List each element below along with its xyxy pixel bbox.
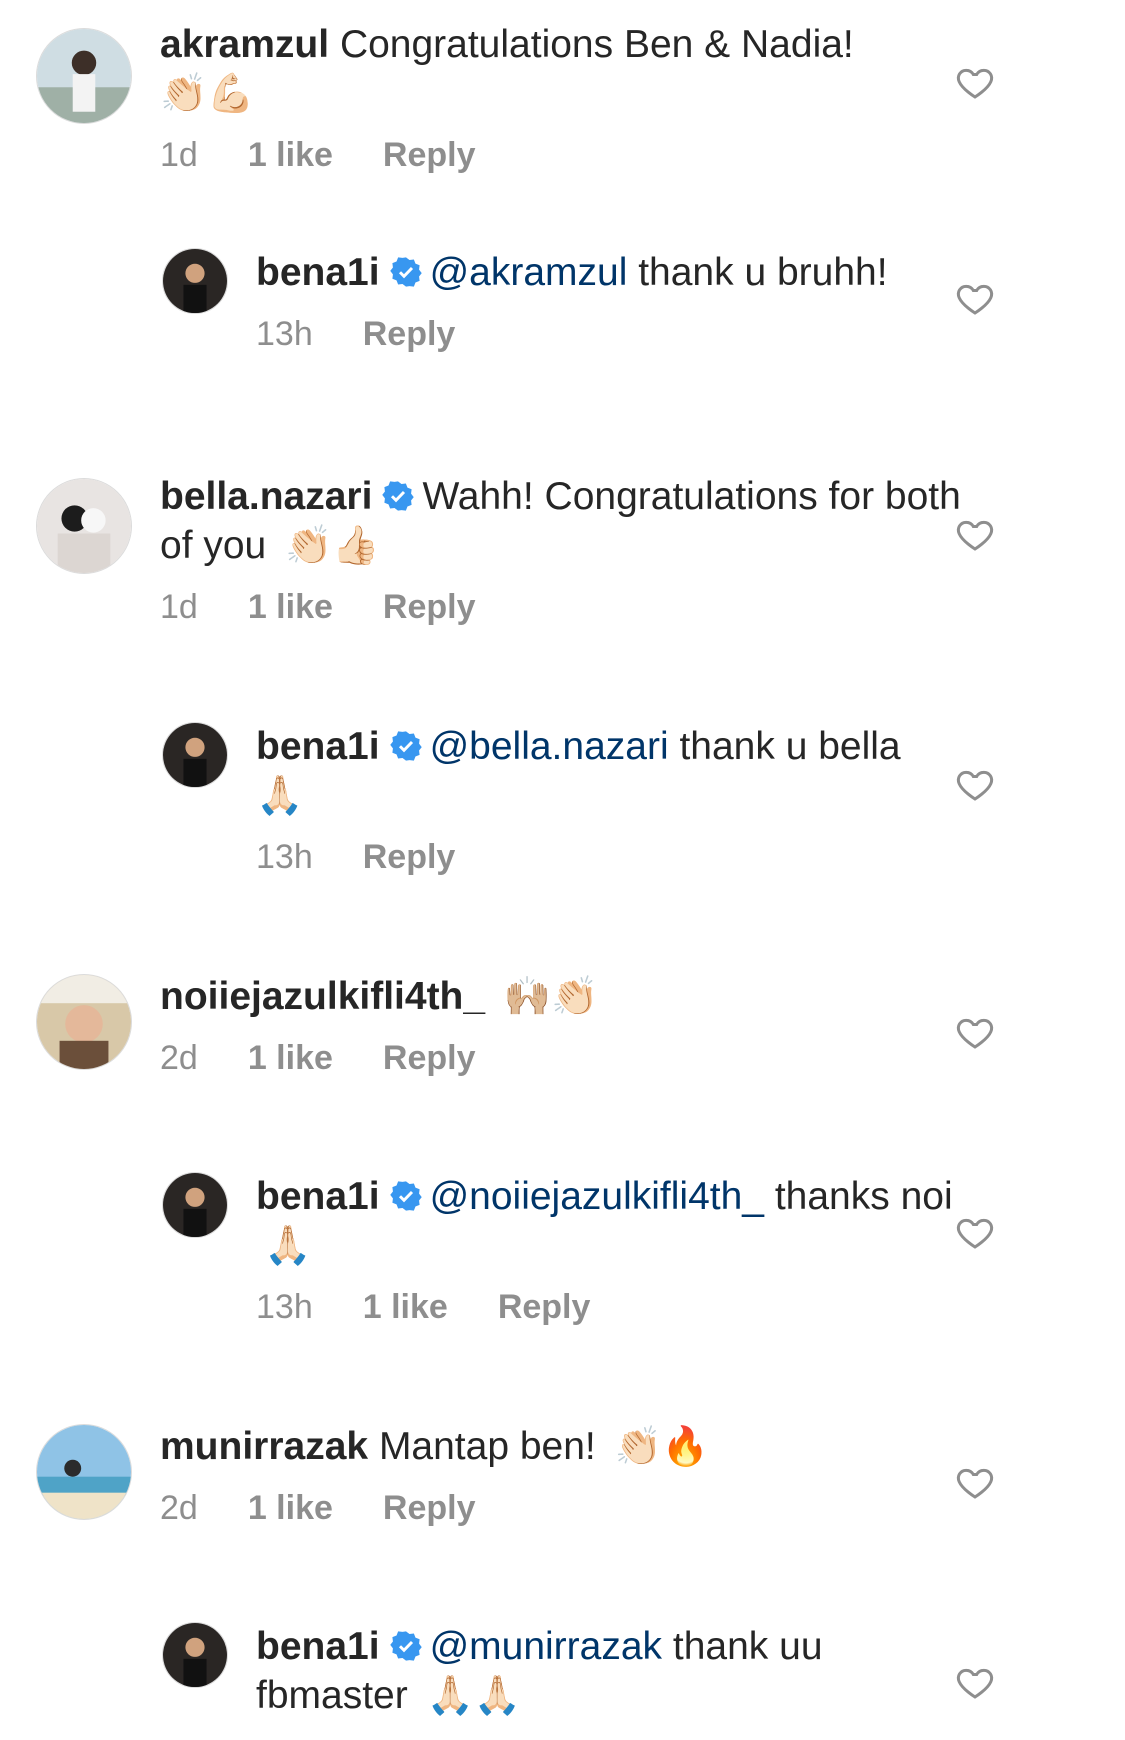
username[interactable]: akramzul	[160, 23, 329, 66]
timestamp: 2d	[160, 1489, 198, 1527]
timestamp: 13h	[256, 1288, 313, 1326]
comment-text: munirrazak Mantap ben! 👏🏻🔥	[160, 1422, 980, 1471]
comment-text: akramzul Congratulations Ben & Nadia! 👏🏻…	[160, 20, 980, 118]
comment-text: noiiejazulkifli4th_ 🙌🏼👏🏻	[160, 972, 980, 1021]
emoji: 🙏🏻🙏🏻	[426, 1673, 522, 1717]
likes-count[interactable]: 1 like	[248, 1039, 333, 1078]
verified-badge-icon	[389, 256, 422, 288]
reply-button[interactable]: Reply	[383, 1489, 476, 1528]
emoji: 👏🏻👍🏻	[285, 523, 380, 567]
timestamp: 2d	[160, 1039, 198, 1077]
emoji: 🙏🏻	[256, 773, 304, 817]
comment-meta: 1d 1 like Reply	[160, 588, 980, 627]
comment-body: bena1i @bella.nazari thank u bella 🙏🏻 13h…	[256, 722, 976, 877]
heart-icon[interactable]	[955, 1462, 995, 1502]
comment-meta: 1d 1 like Reply	[160, 136, 980, 175]
comment-body: munirrazak Mantap ben! 👏🏻🔥 2d 1 like Rep…	[160, 1422, 980, 1528]
heart-icon[interactable]	[955, 514, 995, 554]
comment-body: bena1i @noiiejazulkifli4th_ thanks noi 🙏🏻…	[256, 1172, 976, 1327]
timestamp: 1d	[160, 136, 198, 174]
comment-meta: 13h Reply	[256, 838, 976, 877]
comment-message: Congratulations Ben & Nadia!	[339, 23, 854, 66]
timestamp: 13h	[256, 315, 313, 353]
comment-body: bena1i @munirrazak thank uu fbmaster 🙏🏻🙏🏻	[256, 1622, 976, 1720]
comment-meta: 13h Reply	[256, 315, 976, 354]
mention-link[interactable]: @akramzul	[430, 251, 628, 294]
heart-icon[interactable]	[955, 1012, 995, 1052]
likes-count[interactable]: 1 like	[248, 588, 333, 627]
mention-link[interactable]: @noiiejazulkifli4th_	[430, 1175, 764, 1218]
emoji: 👏🏻💪🏻	[160, 71, 255, 115]
verified-badge-icon	[382, 480, 415, 512]
likes-count[interactable]: 1 like	[248, 136, 333, 175]
emoji: 🙏🏻	[264, 1223, 312, 1267]
comment-text: bena1i @munirrazak thank uu fbmaster 🙏🏻🙏🏻	[256, 1622, 976, 1720]
comments-list: akramzul Congratulations Ben & Nadia! 👏🏻…	[0, 0, 1125, 1740]
comment-message: thank u bruhh!	[638, 251, 888, 294]
timestamp: 1d	[160, 588, 198, 626]
heart-icon[interactable]	[955, 1662, 995, 1702]
avatar[interactable]	[162, 722, 228, 788]
username[interactable]: bella.nazari	[160, 475, 372, 518]
comment-message: thank u bella	[679, 725, 901, 768]
comment-body: bena1i @akramzul thank u bruhh! 13h Reply	[256, 248, 976, 354]
avatar[interactable]	[162, 1172, 228, 1238]
reply-button[interactable]: Reply	[498, 1288, 591, 1327]
likes-count[interactable]: 1 like	[248, 1489, 333, 1528]
heart-icon[interactable]	[955, 764, 995, 804]
verified-badge-icon	[389, 1630, 422, 1662]
verified-badge-icon	[389, 730, 422, 762]
comment-message: thanks noi	[774, 1175, 953, 1218]
username[interactable]: bena1i	[256, 725, 380, 768]
comment-meta: 2d 1 like Reply	[160, 1489, 980, 1528]
username[interactable]: bena1i	[256, 1175, 380, 1218]
heart-icon[interactable]	[955, 278, 995, 318]
likes-count[interactable]: 1 like	[363, 1288, 448, 1327]
username[interactable]: noiiejazulkifli4th_	[160, 975, 485, 1018]
avatar[interactable]	[162, 1622, 228, 1688]
reply-button[interactable]: Reply	[363, 838, 456, 877]
emoji: 👏🏻🔥	[614, 1424, 710, 1468]
comment-message: Mantap ben!	[378, 1425, 596, 1468]
reply-button[interactable]: Reply	[383, 1039, 476, 1078]
heart-icon[interactable]	[955, 1212, 995, 1252]
username[interactable]: munirrazak	[160, 1425, 368, 1468]
username[interactable]: bena1i	[256, 1625, 380, 1668]
reply-button[interactable]: Reply	[363, 315, 456, 354]
reply-button[interactable]: Reply	[383, 136, 476, 175]
avatar[interactable]	[36, 478, 132, 574]
verified-badge-icon	[389, 1180, 422, 1212]
comment-body: akramzul Congratulations Ben & Nadia! 👏🏻…	[160, 20, 980, 175]
reply-button[interactable]: Reply	[383, 588, 476, 627]
username[interactable]: bena1i	[256, 251, 380, 294]
avatar[interactable]	[36, 1424, 132, 1520]
emoji: 🙌🏼👏🏻	[503, 974, 599, 1018]
avatar[interactable]	[162, 248, 228, 314]
heart-icon[interactable]	[955, 62, 995, 102]
comment-meta: 2d 1 like Reply	[160, 1039, 980, 1078]
comment-text: bena1i @noiiejazulkifli4th_ thanks noi 🙏🏻	[256, 1172, 976, 1270]
comment-meta: 13h 1 like Reply	[256, 1288, 976, 1327]
comment-body: bella.nazari Wahh! Congratulations for bo…	[160, 472, 980, 627]
mention-link[interactable]: @munirrazak	[430, 1625, 662, 1668]
avatar[interactable]	[36, 28, 132, 124]
comment-text: bena1i @akramzul thank u bruhh!	[256, 248, 976, 297]
mention-link[interactable]: @bella.nazari	[430, 725, 669, 768]
avatar[interactable]	[36, 974, 132, 1070]
comment-body: noiiejazulkifli4th_ 🙌🏼👏🏻 2d 1 like Reply	[160, 972, 980, 1078]
timestamp: 13h	[256, 838, 313, 876]
comment-text: bena1i @bella.nazari thank u bella 🙏🏻	[256, 722, 976, 820]
comment-text: bella.nazari Wahh! Congratulations for bo…	[160, 472, 980, 570]
